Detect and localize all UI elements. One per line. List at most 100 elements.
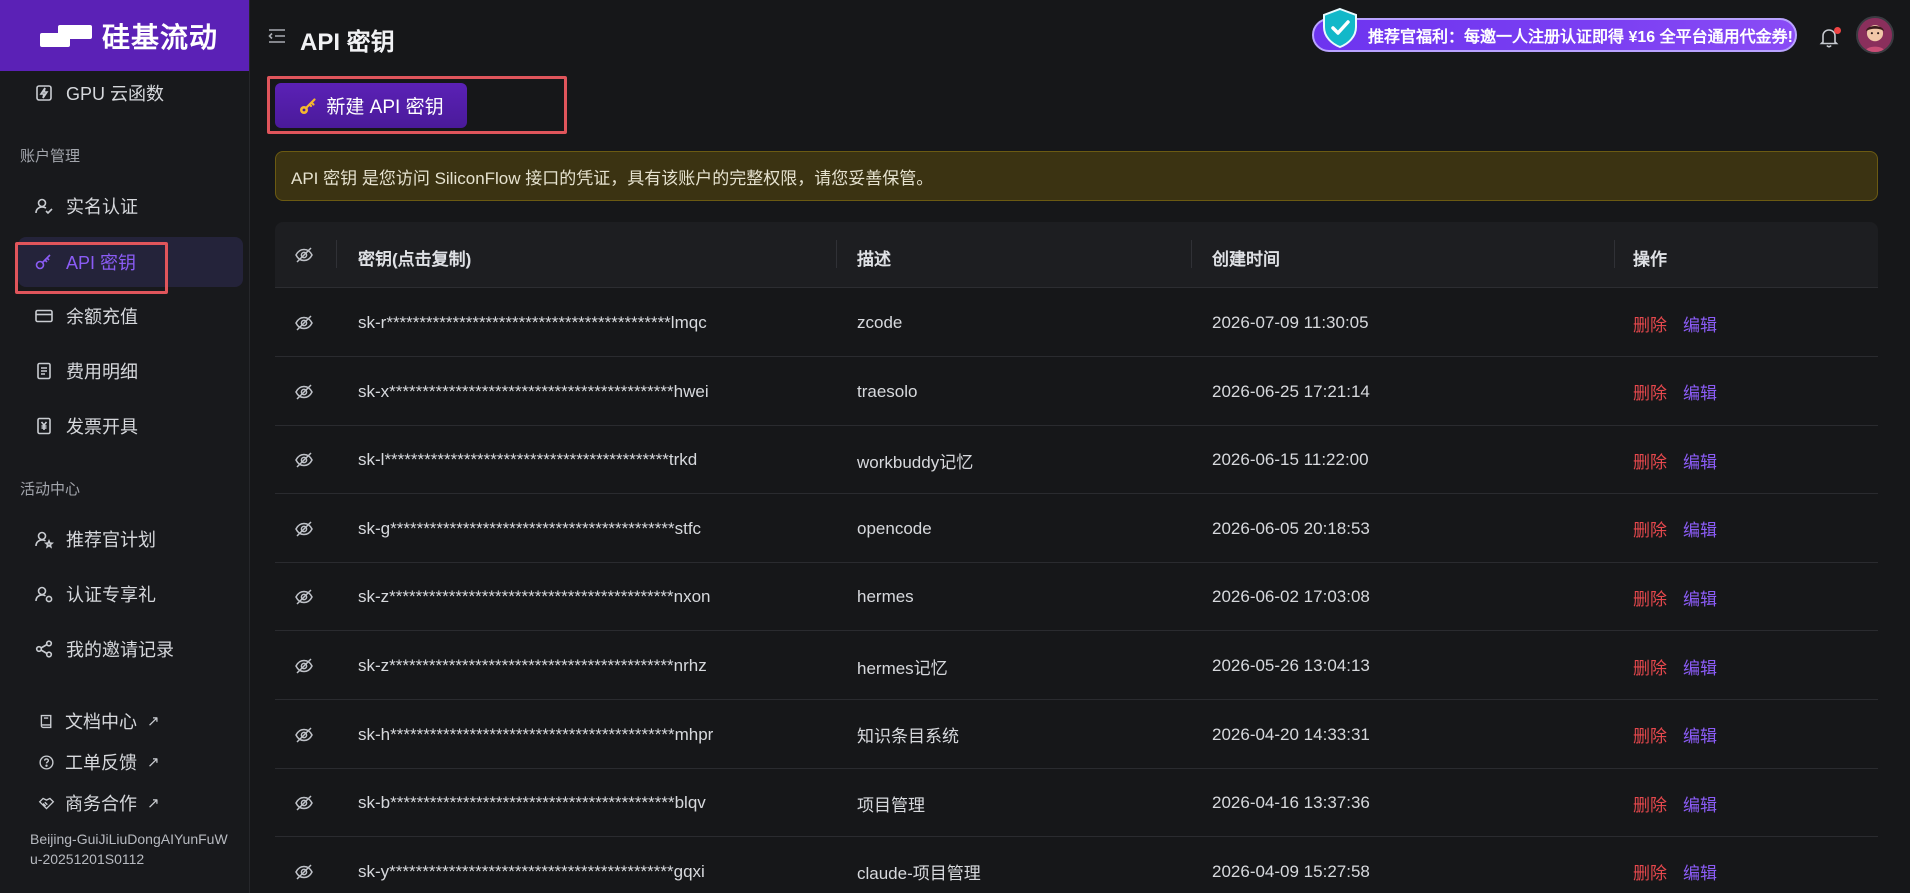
- sidebar-item-gpu-functions[interactable]: GPU 云函数: [18, 68, 243, 118]
- sidebar-item-label: 费用明细: [66, 362, 138, 382]
- sidebar-link-tickets[interactable]: 工单反馈 ↗: [38, 749, 160, 775]
- notification-dot: [1834, 27, 1841, 34]
- security-notice: API 密钥 是您访问 SiliconFlow 接口的凭证，具有该账户的完整权限…: [275, 151, 1878, 201]
- brand-header[interactable]: 硅基流动: [0, 0, 249, 71]
- api-key-value[interactable]: sk-b************************************…: [358, 769, 706, 837]
- api-key-value[interactable]: sk-l************************************…: [358, 426, 697, 494]
- promo-text: 推荐官福利：每邀一人注册认证即得 ¥16 全平台通用代金券!: [1368, 29, 1793, 46]
- toggle-visibility-icon[interactable]: [294, 656, 314, 676]
- user-check-icon: [34, 196, 54, 216]
- api-key-value[interactable]: sk-h************************************…: [358, 701, 713, 769]
- toggle-visibility-icon[interactable]: [294, 519, 314, 539]
- sidebar-item-label: 推荐官计划: [66, 530, 156, 550]
- api-key-created-time: 2026-07-09 11:30:05: [1212, 313, 1369, 332]
- table-row: sk-l************************************…: [275, 426, 1878, 495]
- sidebar-item-recharge[interactable]: 余额充值: [18, 291, 243, 341]
- toggle-visibility-icon[interactable]: [294, 382, 314, 402]
- external-link-icon: ↗: [147, 713, 160, 730]
- api-key-description: workbuddy记忆: [857, 452, 974, 472]
- sidebar-link-business[interactable]: 商务合作 ↗: [38, 790, 160, 816]
- api-key-description: opencode: [857, 518, 932, 538]
- api-key-value[interactable]: sk-z************************************…: [358, 563, 711, 631]
- table-row: sk-z************************************…: [275, 563, 1878, 632]
- sidebar-item-label: 实名认证: [66, 197, 138, 217]
- table-row: sk-z************************************…: [275, 632, 1878, 700]
- user-star-icon: [34, 529, 54, 549]
- menu-collapse-icon[interactable]: [268, 27, 286, 45]
- api-key-value[interactable]: sk-r************************************…: [358, 289, 707, 357]
- sidebar-item-certified-gift[interactable]: 认证专享礼: [18, 569, 243, 619]
- share-icon: [34, 639, 54, 659]
- api-key-description: traesolo: [857, 381, 918, 401]
- sidebar-link-docs[interactable]: 文档中心 ↗: [38, 708, 160, 734]
- sidebar-link-label: 文档中心: [65, 712, 137, 732]
- api-key-created-time: 2026-06-02 17:03:08: [1212, 587, 1370, 607]
- delete-button[interactable]: 删除: [1633, 516, 1667, 541]
- edit-button[interactable]: 编辑: [1683, 722, 1717, 747]
- key-icon: [34, 252, 54, 272]
- avatar-face-icon: [1858, 18, 1892, 52]
- sidebar-item-billing-details[interactable]: 费用明细: [18, 346, 243, 396]
- edit-button[interactable]: 编辑: [1683, 311, 1717, 336]
- delete-button[interactable]: 删除: [1633, 585, 1667, 610]
- toggle-visibility-all-icon[interactable]: [294, 245, 314, 265]
- table-row: sk-r************************************…: [275, 289, 1878, 357]
- sidebar-item-label: API 密钥: [66, 253, 137, 273]
- column-header-operations: 操作: [1633, 250, 1667, 269]
- table-row: sk-x************************************…: [275, 358, 1878, 426]
- lightning-icon: [34, 83, 54, 103]
- api-key-description: 知识条目系统: [857, 727, 959, 747]
- referral-promo-banner[interactable]: 推荐官福利：每邀一人注册认证即得 ¥16 全平台通用代金券!: [1312, 18, 1797, 52]
- edit-button[interactable]: 编辑: [1683, 791, 1717, 816]
- api-key-description: claude-项目管理: [857, 864, 981, 884]
- api-key-value[interactable]: sk-z************************************…: [358, 632, 707, 700]
- api-key-value[interactable]: sk-g************************************…: [358, 495, 701, 563]
- toggle-visibility-icon[interactable]: [294, 862, 314, 882]
- toggle-visibility-icon[interactable]: [294, 450, 314, 470]
- edit-button[interactable]: 编辑: [1683, 859, 1717, 884]
- notice-text: API 密钥 是您访问 SiliconFlow 接口的凭证，具有该账户的完整权限…: [291, 168, 934, 188]
- delete-button[interactable]: 删除: [1633, 791, 1667, 816]
- column-separator: [1191, 240, 1192, 268]
- delete-button[interactable]: 删除: [1633, 654, 1667, 679]
- edit-button[interactable]: 编辑: [1683, 654, 1717, 679]
- toggle-visibility-icon[interactable]: [294, 725, 314, 745]
- sidebar-item-invite-records[interactable]: 我的邀请记录: [18, 624, 243, 674]
- api-key-created-time: 2026-04-09 15:27:58: [1212, 861, 1370, 881]
- toggle-visibility-icon[interactable]: [294, 313, 314, 333]
- column-separator: [336, 240, 337, 268]
- edit-button[interactable]: 编辑: [1683, 585, 1717, 610]
- section-label-account: 账户管理: [20, 148, 81, 165]
- invoice-icon: [34, 416, 54, 436]
- delete-button[interactable]: 删除: [1633, 379, 1667, 404]
- delete-button[interactable]: 删除: [1633, 311, 1667, 336]
- api-key-value[interactable]: sk-x************************************…: [358, 358, 709, 426]
- edit-button[interactable]: 编辑: [1683, 516, 1717, 541]
- toggle-visibility-icon[interactable]: [294, 587, 314, 607]
- sidebar-item-invoice[interactable]: 发票开具: [18, 401, 243, 451]
- api-key-created-time: 2026-06-25 17:21:14: [1212, 381, 1370, 401]
- edit-button[interactable]: 编辑: [1683, 448, 1717, 473]
- sidebar-item-referral-plan[interactable]: 推荐官计划: [18, 514, 243, 564]
- sidebar-item-api-keys[interactable]: API 密钥: [18, 237, 243, 287]
- delete-button[interactable]: 删除: [1633, 859, 1667, 884]
- delete-button[interactable]: 删除: [1633, 722, 1667, 747]
- brand-logo-icon: [40, 23, 92, 49]
- section-label-activity: 活动中心: [20, 481, 81, 498]
- sidebar-item-label: 我的邀请记录: [66, 640, 174, 660]
- api-key-created-time: 2026-05-26 13:04:13: [1212, 656, 1370, 675]
- api-key-created-time: 2026-06-05 20:18:53: [1212, 518, 1370, 538]
- toggle-visibility-icon[interactable]: [294, 793, 314, 813]
- sidebar-item-label: 发票开具: [66, 417, 138, 437]
- sidebar-item-real-name[interactable]: 实名认证: [18, 181, 243, 231]
- delete-button[interactable]: 删除: [1633, 448, 1667, 473]
- external-link-icon: ↗: [147, 795, 160, 812]
- avatar[interactable]: [1856, 16, 1894, 54]
- table-row: sk-h************************************…: [275, 701, 1878, 769]
- column-separator: [836, 240, 837, 268]
- new-api-key-button[interactable]: 新建 API 密钥: [275, 83, 467, 128]
- sidebar-link-label: 工单反馈: [65, 753, 137, 773]
- new-api-key-label: 新建 API 密钥: [326, 97, 444, 118]
- api-key-value[interactable]: sk-y************************************…: [358, 838, 705, 893]
- edit-button[interactable]: 编辑: [1683, 379, 1717, 404]
